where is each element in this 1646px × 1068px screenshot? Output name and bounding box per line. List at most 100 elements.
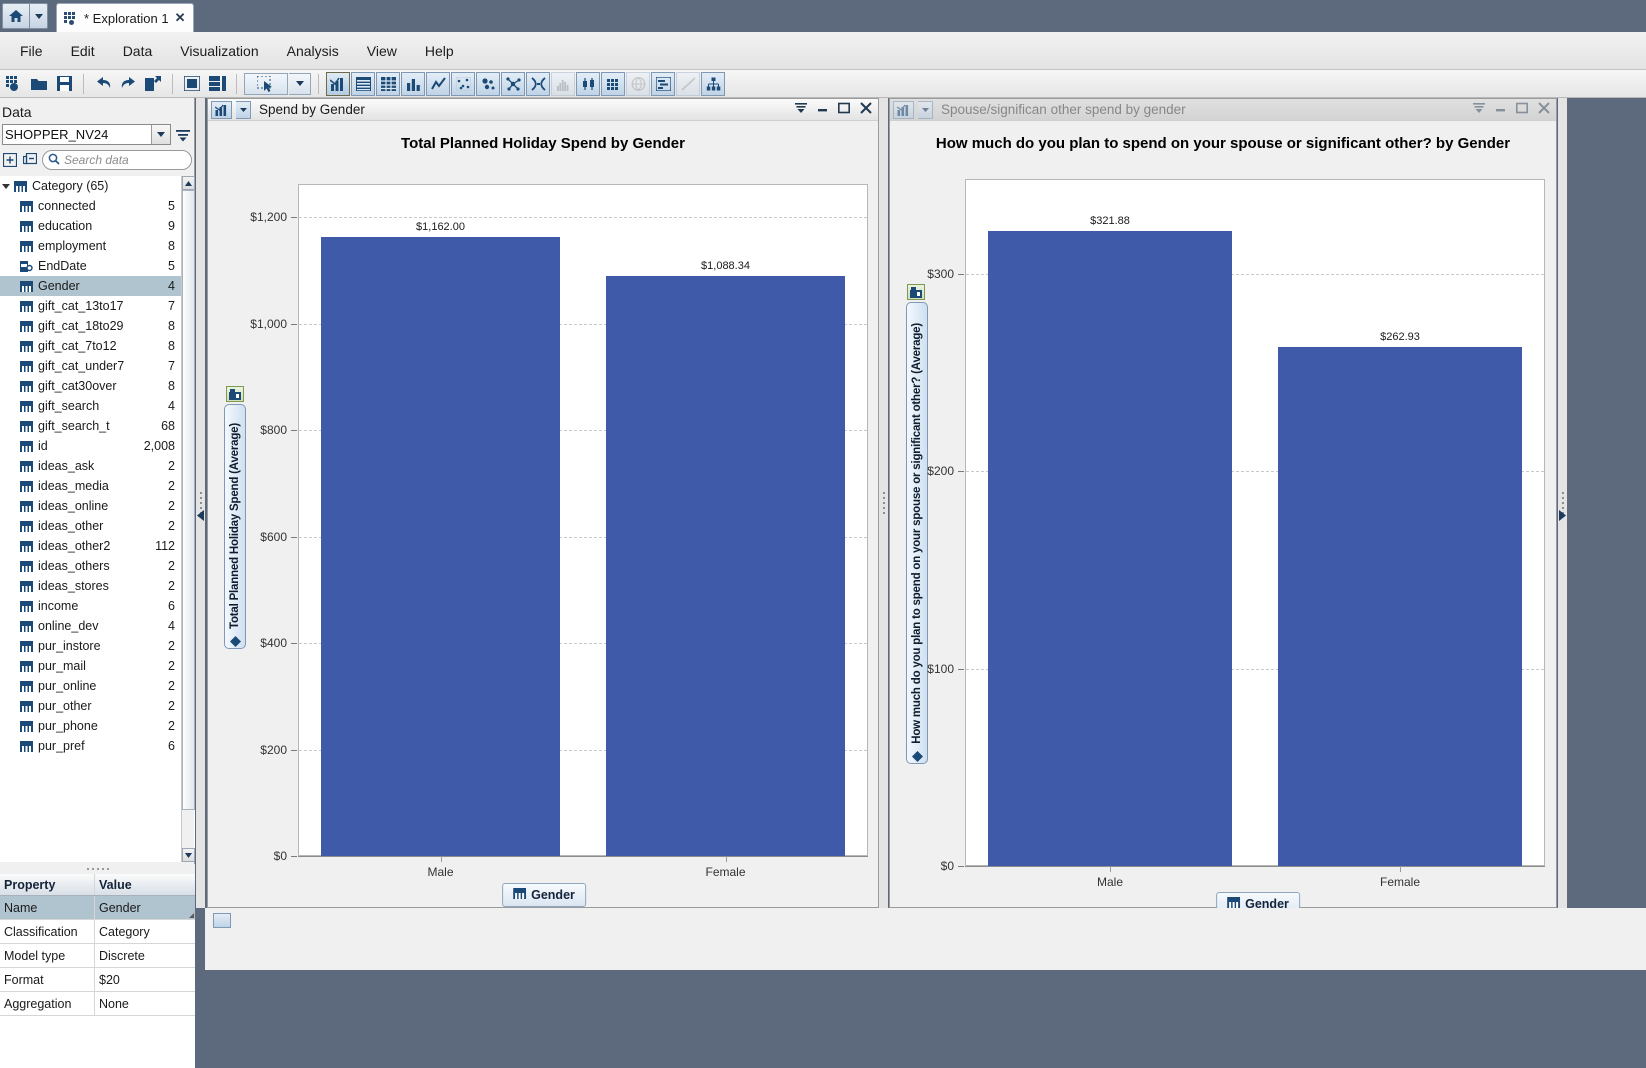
minimize-icon[interactable]	[1495, 101, 1506, 119]
property-row[interactable]: Format $20	[0, 968, 195, 992]
data-item-gift_cat_under7[interactable]: gift_cat_under7 7	[0, 356, 195, 376]
data-item-gift_cat30over[interactable]: gift_cat30over 8	[0, 376, 195, 396]
property-value[interactable]: None	[95, 992, 195, 1015]
data-item-pur_pref[interactable]: pur_pref 6	[0, 736, 195, 756]
scroll-down-button[interactable]	[182, 848, 195, 862]
data-item-connected[interactable]: connected 5	[0, 196, 195, 216]
data-item-online_dev[interactable]: online_dev 4	[0, 616, 195, 636]
chevron-down-icon[interactable]	[918, 100, 933, 119]
panel-menu-icon[interactable]	[795, 101, 807, 119]
menu-edit[interactable]: Edit	[57, 40, 109, 62]
crosstab-icon[interactable]	[376, 71, 400, 96]
data-item-income[interactable]: income 6	[0, 596, 195, 616]
bar-chart-icon[interactable]	[401, 71, 425, 96]
data-item-gift_cat_18to29[interactable]: gift_cat_18to29 8	[0, 316, 195, 336]
right-splitter-expand-button[interactable]	[1558, 500, 1567, 530]
data-item-pur_mail[interactable]: pur_mail 2	[0, 656, 195, 676]
property-row[interactable]: Aggregation None	[0, 992, 195, 1016]
data-item-ideas_media[interactable]: ideas_media 2	[0, 476, 195, 496]
bubble-plot-icon[interactable]	[476, 71, 500, 96]
search-input[interactable]: Search data	[42, 150, 192, 170]
chevron-down-icon[interactable]	[236, 100, 251, 119]
data-item-gift_search_t[interactable]: gift_search_t 68	[0, 416, 195, 436]
network-icon[interactable]	[501, 71, 525, 96]
data-item-pur_other[interactable]: pur_other 2	[0, 696, 195, 716]
select-tool-button[interactable]	[244, 72, 288, 95]
needle-icon[interactable]	[526, 71, 550, 96]
home-button[interactable]	[2, 3, 30, 29]
data-group-header[interactable]: Category (65)	[0, 176, 195, 196]
panel-menu-icon[interactable]	[1473, 101, 1485, 119]
close-icon[interactable]	[860, 101, 872, 119]
schedule-chart-icon[interactable]	[651, 71, 675, 96]
data-item-ideas_other[interactable]: ideas_other 2	[0, 516, 195, 536]
new-exploration-icon[interactable]	[2, 72, 26, 96]
data-item-gift_search[interactable]: gift_search 4	[0, 396, 195, 416]
scrollbar-thumb[interactable]	[182, 190, 195, 810]
data-item-ideas_others[interactable]: ideas_others 2	[0, 556, 195, 576]
open-icon[interactable]	[27, 72, 51, 96]
minimize-icon[interactable]	[817, 101, 828, 119]
data-item-Gender[interactable]: Gender 4	[0, 276, 195, 296]
single-layout-icon[interactable]	[180, 72, 204, 96]
data-item-employment[interactable]: employment 8	[0, 236, 195, 256]
property-value[interactable]: Discrete	[95, 944, 195, 967]
property-value[interactable]: Category	[95, 920, 195, 943]
heat-map-icon[interactable]	[601, 71, 625, 96]
data-source-select[interactable]: SHOPPER_NV24	[2, 124, 171, 145]
maximize-icon[interactable]	[1516, 101, 1528, 119]
data-item-gift_cat_13to17[interactable]: gift_cat_13to17 7	[0, 296, 195, 316]
data-item-education[interactable]: education 9	[0, 216, 195, 236]
menu-data[interactable]: Data	[109, 40, 167, 62]
data-item-ideas_other2[interactable]: ideas_other2 112	[0, 536, 195, 556]
scatter-matrix-icon[interactable]	[451, 71, 475, 96]
data-list-scrollbar[interactable]	[181, 176, 195, 862]
redo-icon[interactable]	[116, 72, 140, 96]
expand-all-icon[interactable]	[2, 152, 18, 168]
data-item-ideas_ask[interactable]: ideas_ask 2	[0, 456, 195, 476]
property-row[interactable]: Classification Category	[0, 920, 195, 944]
data-item-ideas_online[interactable]: ideas_online 2	[0, 496, 195, 516]
collapse-all-icon[interactable]	[22, 152, 38, 168]
data-item-pur_online[interactable]: pur_online 2	[0, 676, 195, 696]
undo-icon[interactable]	[91, 72, 115, 96]
save-icon[interactable]	[52, 72, 76, 96]
maximize-icon[interactable]	[838, 101, 850, 119]
data-item-list[interactable]: Category (65) connected 5 education 9 employ…	[0, 176, 195, 862]
menu-visualization[interactable]: Visualization	[166, 40, 272, 62]
fit-line-icon[interactable]	[676, 71, 700, 96]
bar-female[interactable]	[1278, 346, 1522, 866]
chart-1-legend-gender-button[interactable]: Gender	[502, 883, 586, 907]
bar-male[interactable]	[320, 237, 561, 856]
home-dropdown-button[interactable]	[30, 3, 48, 29]
data-item-id[interactable]: id 2,008	[0, 436, 195, 456]
menu-file[interactable]: File	[6, 40, 57, 62]
bar-chart-icon[interactable]	[211, 100, 232, 119]
property-row[interactable]: Name Gender	[0, 896, 195, 920]
chart-panel-1-header[interactable]: Spend by Gender	[208, 99, 878, 121]
property-value[interactable]: Gender	[95, 896, 195, 919]
stacked-layout-icon[interactable]	[205, 72, 229, 96]
bottom-bar-icon[interactable]	[213, 913, 231, 928]
chevron-down-icon[interactable]	[2, 183, 10, 189]
center-splitter[interactable]	[879, 98, 888, 908]
data-item-gift_cat_7to12[interactable]: gift_cat_7to12 8	[0, 336, 195, 356]
property-value[interactable]: $20	[95, 968, 195, 991]
box-plot-icon[interactable]	[576, 71, 600, 96]
export-icon[interactable]	[141, 72, 165, 96]
data-menu-icon[interactable]	[174, 125, 192, 145]
histogram-icon[interactable]	[551, 71, 575, 96]
table-icon[interactable]	[351, 71, 375, 96]
property-row[interactable]: Model type Discrete	[0, 944, 195, 968]
geo-map-icon[interactable]	[626, 71, 650, 96]
close-icon[interactable]	[1538, 101, 1550, 119]
bar-female[interactable]	[605, 276, 846, 856]
scroll-up-button[interactable]	[182, 176, 195, 190]
close-icon[interactable]: ✕	[175, 10, 186, 26]
menu-help[interactable]: Help	[411, 40, 468, 62]
exploration-tab[interactable]: * Exploration 1 ✕	[56, 3, 195, 32]
data-panel-resize-grip[interactable]	[0, 864, 195, 874]
menu-analysis[interactable]: Analysis	[273, 40, 353, 62]
data-item-pur_instore[interactable]: pur_instore 2	[0, 636, 195, 656]
left-splitter-collapse-button[interactable]	[196, 500, 205, 530]
